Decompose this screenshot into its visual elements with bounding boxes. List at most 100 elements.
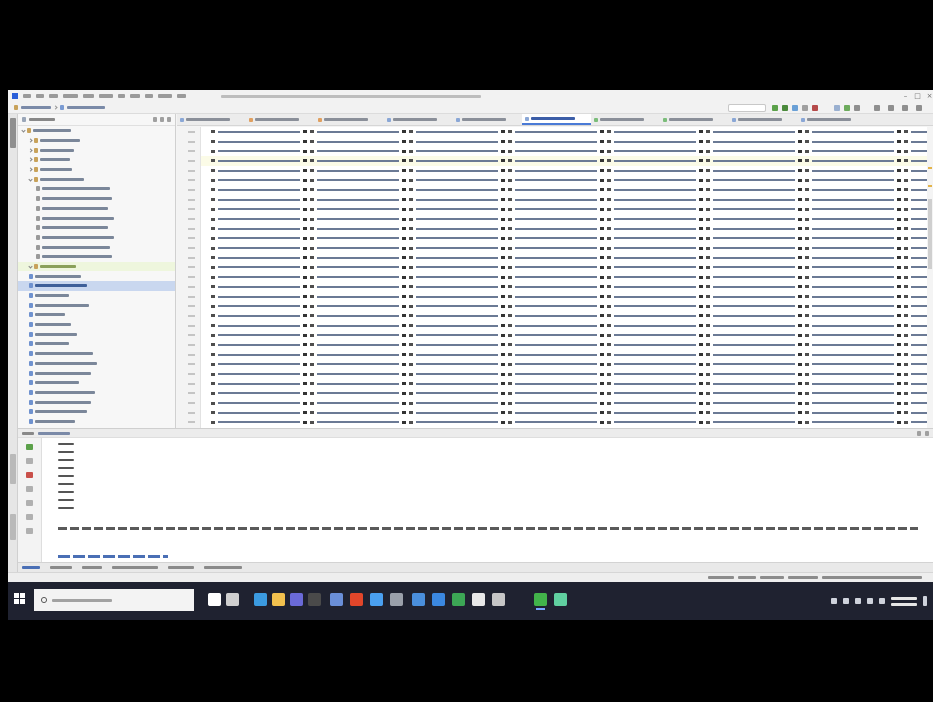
maps-icon[interactable] [432,593,445,606]
maximize-icon[interactable]: □ [914,92,921,100]
project-tree-item[interactable] [18,397,175,407]
chevron-right-icon[interactable] [28,148,33,153]
project-tree-item[interactable] [18,300,175,310]
menu-item-vcs[interactable] [145,94,153,98]
project-tree-item[interactable] [18,339,175,349]
editor-tab[interactable] [660,114,729,125]
editor-tab[interactable] [177,114,246,125]
git-commit-icon[interactable] [844,105,850,111]
menu-item-navigate[interactable] [63,94,78,98]
vscode-icon[interactable] [370,593,383,606]
gear-icon[interactable] [917,430,921,436]
slack-icon[interactable] [472,593,485,606]
status-indent[interactable] [788,576,818,579]
status-line-separator[interactable] [738,576,756,579]
locate-icon[interactable] [153,117,157,122]
project-tree-item[interactable] [18,329,175,339]
settings-icon[interactable] [492,593,505,606]
project-tree-item[interactable] [18,271,175,281]
run-console-output[interactable] [42,438,933,562]
breadcrumb-file[interactable] [67,106,105,109]
project-tree-item[interactable] [18,349,175,359]
taskbar-search-box[interactable] [34,589,194,611]
print-icon[interactable] [26,500,33,506]
project-tool-tab[interactable] [10,118,16,148]
project-tree-item[interactable] [18,261,175,272]
project-tree-item[interactable] [18,184,175,194]
task-view-icon[interactable] [208,593,221,606]
widgets-icon[interactable] [226,593,239,606]
chevron-up-icon[interactable] [831,598,837,604]
gear-icon[interactable] [902,105,908,111]
menu-item-refactor[interactable] [99,94,113,98]
editor-tab[interactable] [798,114,867,125]
photos-icon[interactable] [412,593,425,606]
file-explorer-icon[interactable] [272,593,285,606]
chevron-right-icon[interactable] [28,157,33,163]
tool-tab-python-packages[interactable] [204,566,242,569]
code-editor[interactable] [201,127,933,428]
editor-tab[interactable] [384,114,453,125]
terminal-icon[interactable] [308,593,321,606]
project-tree-item[interactable] [18,165,175,175]
project-tree-item[interactable] [18,368,175,378]
project-tree-item[interactable] [18,252,175,262]
project-tree-item[interactable] [18,194,175,204]
project-tree-item[interactable] [18,388,175,398]
editor-tab[interactable] [591,114,660,125]
project-tree-item[interactable] [18,281,175,291]
trash-icon[interactable] [26,528,33,534]
menu-item-view[interactable] [49,94,58,98]
globe-icon[interactable] [554,593,567,606]
menu-item-edit[interactable] [36,94,44,98]
structure-tool-tab[interactable] [10,454,16,484]
project-tree-item[interactable] [18,242,175,252]
git-push-icon[interactable] [854,105,860,111]
chevron-right-icon[interactable] [28,167,33,172]
menu-item-window[interactable] [158,94,172,98]
pycharm-icon[interactable] [534,593,547,610]
scroll-up-icon[interactable] [26,458,33,464]
wifi-icon[interactable] [855,598,861,604]
menu-item-help[interactable] [177,94,186,98]
project-tree-item[interactable] [18,291,175,301]
project-tree-item[interactable] [18,204,175,214]
debug-icon[interactable] [782,105,788,111]
project-tree-item[interactable] [18,155,175,165]
run-icon[interactable] [772,105,778,111]
project-tree-item[interactable] [18,136,175,146]
chevron-down-icon[interactable] [28,264,33,269]
editor-tab[interactable] [315,114,384,125]
tool-tab-python-console[interactable] [112,566,158,569]
favorites-tool-tab[interactable] [10,514,16,540]
chrome-icon[interactable] [330,593,343,606]
rerun-icon[interactable] [26,444,33,450]
project-tree-item[interactable] [18,126,175,136]
run-configuration-select[interactable] [728,104,766,112]
project-tree-item[interactable] [18,233,175,243]
chevron-down-icon[interactable] [21,128,26,133]
project-tree-item[interactable] [18,145,175,155]
minimize-icon[interactable]: – [902,92,909,100]
history-icon[interactable] [874,105,880,111]
project-tree-item[interactable] [18,378,175,388]
notification-icon[interactable] [923,596,927,606]
tool-tab-todo[interactable] [82,566,102,569]
menu-item-run[interactable] [118,94,125,98]
editor-tab[interactable] [246,114,315,125]
taskbar-clock[interactable] [891,596,917,606]
status-encoding[interactable] [760,576,784,579]
project-tree-item[interactable] [18,310,175,320]
windows-start-icon[interactable] [14,593,26,605]
spotify-icon[interactable] [452,593,465,606]
collapse-all-icon[interactable] [160,117,164,122]
edge-icon[interactable] [254,593,267,606]
scroll-thumb[interactable] [928,199,932,269]
editor-tab[interactable] [522,114,591,125]
project-tree-item[interactable] [18,223,175,233]
brave-icon[interactable] [350,593,363,606]
project-panel-title[interactable] [29,118,55,121]
tool-tab-debug[interactable] [50,566,72,569]
gear-icon[interactable] [167,117,171,122]
stop-icon[interactable] [26,472,33,478]
